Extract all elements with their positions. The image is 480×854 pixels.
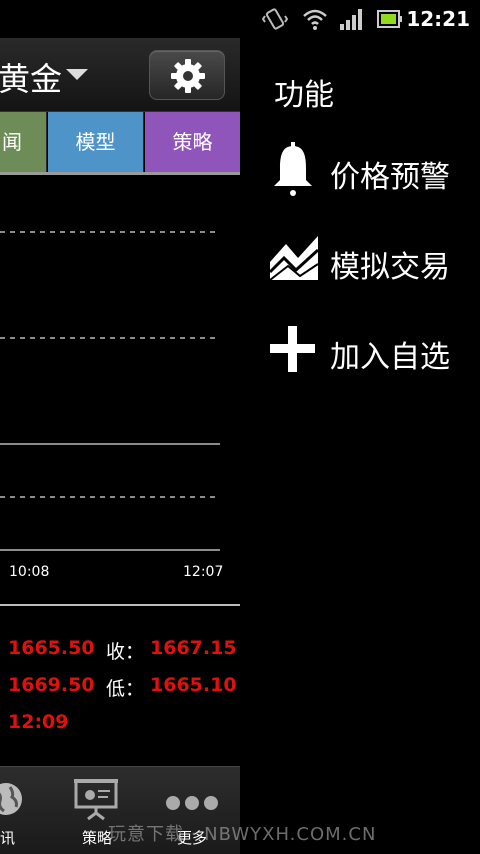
quote-time: 12:09: [8, 711, 69, 733]
close-label: 收：: [106, 641, 145, 663]
presentation-icon: [74, 779, 118, 821]
watermark: 玩意下载 · NBWYXH.COM.CN: [108, 824, 377, 845]
gear-icon: [171, 59, 205, 93]
low-value: 1665.10: [150, 674, 237, 696]
globe-icon: [0, 783, 22, 815]
signal-icon: [339, 6, 365, 36]
menu-item-price-alert[interactable]: 价格预警: [268, 138, 468, 202]
nav-label-news: 讯: [0, 829, 16, 847]
tab-strategy[interactable]: 策略: [145, 112, 240, 172]
menu-item-simulated-trading[interactable]: 模拟交易: [268, 228, 468, 292]
settings-button[interactable]: [149, 50, 225, 100]
price-chart[interactable]: 10:08 12:07: [0, 176, 240, 604]
menu-label-price-alert: 价格预警: [330, 160, 450, 195]
time-label-end: 12:07: [183, 564, 224, 580]
tab-bar: 闻 模型 策略: [0, 112, 240, 172]
close-value: 1667.15: [150, 637, 237, 659]
bell-icon: [274, 142, 312, 196]
mountain-chart-icon: [268, 236, 320, 281]
chart-grid: [0, 231, 220, 551]
app-header: 黄金: [0, 38, 240, 112]
menu-label-simulated-trading: 模拟交易: [330, 250, 450, 285]
quote-row1-value: 1665.50: [8, 637, 95, 659]
status-time: 12:21: [406, 7, 470, 31]
app-panel: 黄金 闻 模型 策略 10:08 12:07 1665.50 收： 1667.1…: [0, 38, 240, 854]
chart-divider: [0, 604, 240, 606]
quote-row2-value: 1669.50: [8, 674, 95, 696]
menu-title: 功能: [274, 78, 334, 113]
tab-model[interactable]: 模型: [48, 112, 144, 172]
wifi-icon: [302, 6, 328, 36]
menu-item-add-watchlist[interactable]: 加入自选: [268, 318, 468, 382]
status-bar: 12:21: [0, 0, 480, 38]
tab-news[interactable]: 闻: [0, 112, 47, 172]
dropdown-caret-icon[interactable]: [66, 69, 88, 80]
plus-icon: [270, 326, 315, 372]
page-title[interactable]: 黄金: [0, 54, 62, 100]
more-dots-icon: [166, 796, 218, 810]
low-label: 低：: [106, 678, 145, 700]
time-label-start: 10:08: [9, 564, 50, 580]
tab-underline: [0, 172, 240, 175]
battery-icon: [377, 9, 403, 33]
function-menu: 功能 价格预警 模拟交易 加入自选: [240, 38, 480, 854]
menu-label-add-watchlist: 加入自选: [330, 340, 450, 375]
vibrate-icon: [261, 6, 289, 36]
